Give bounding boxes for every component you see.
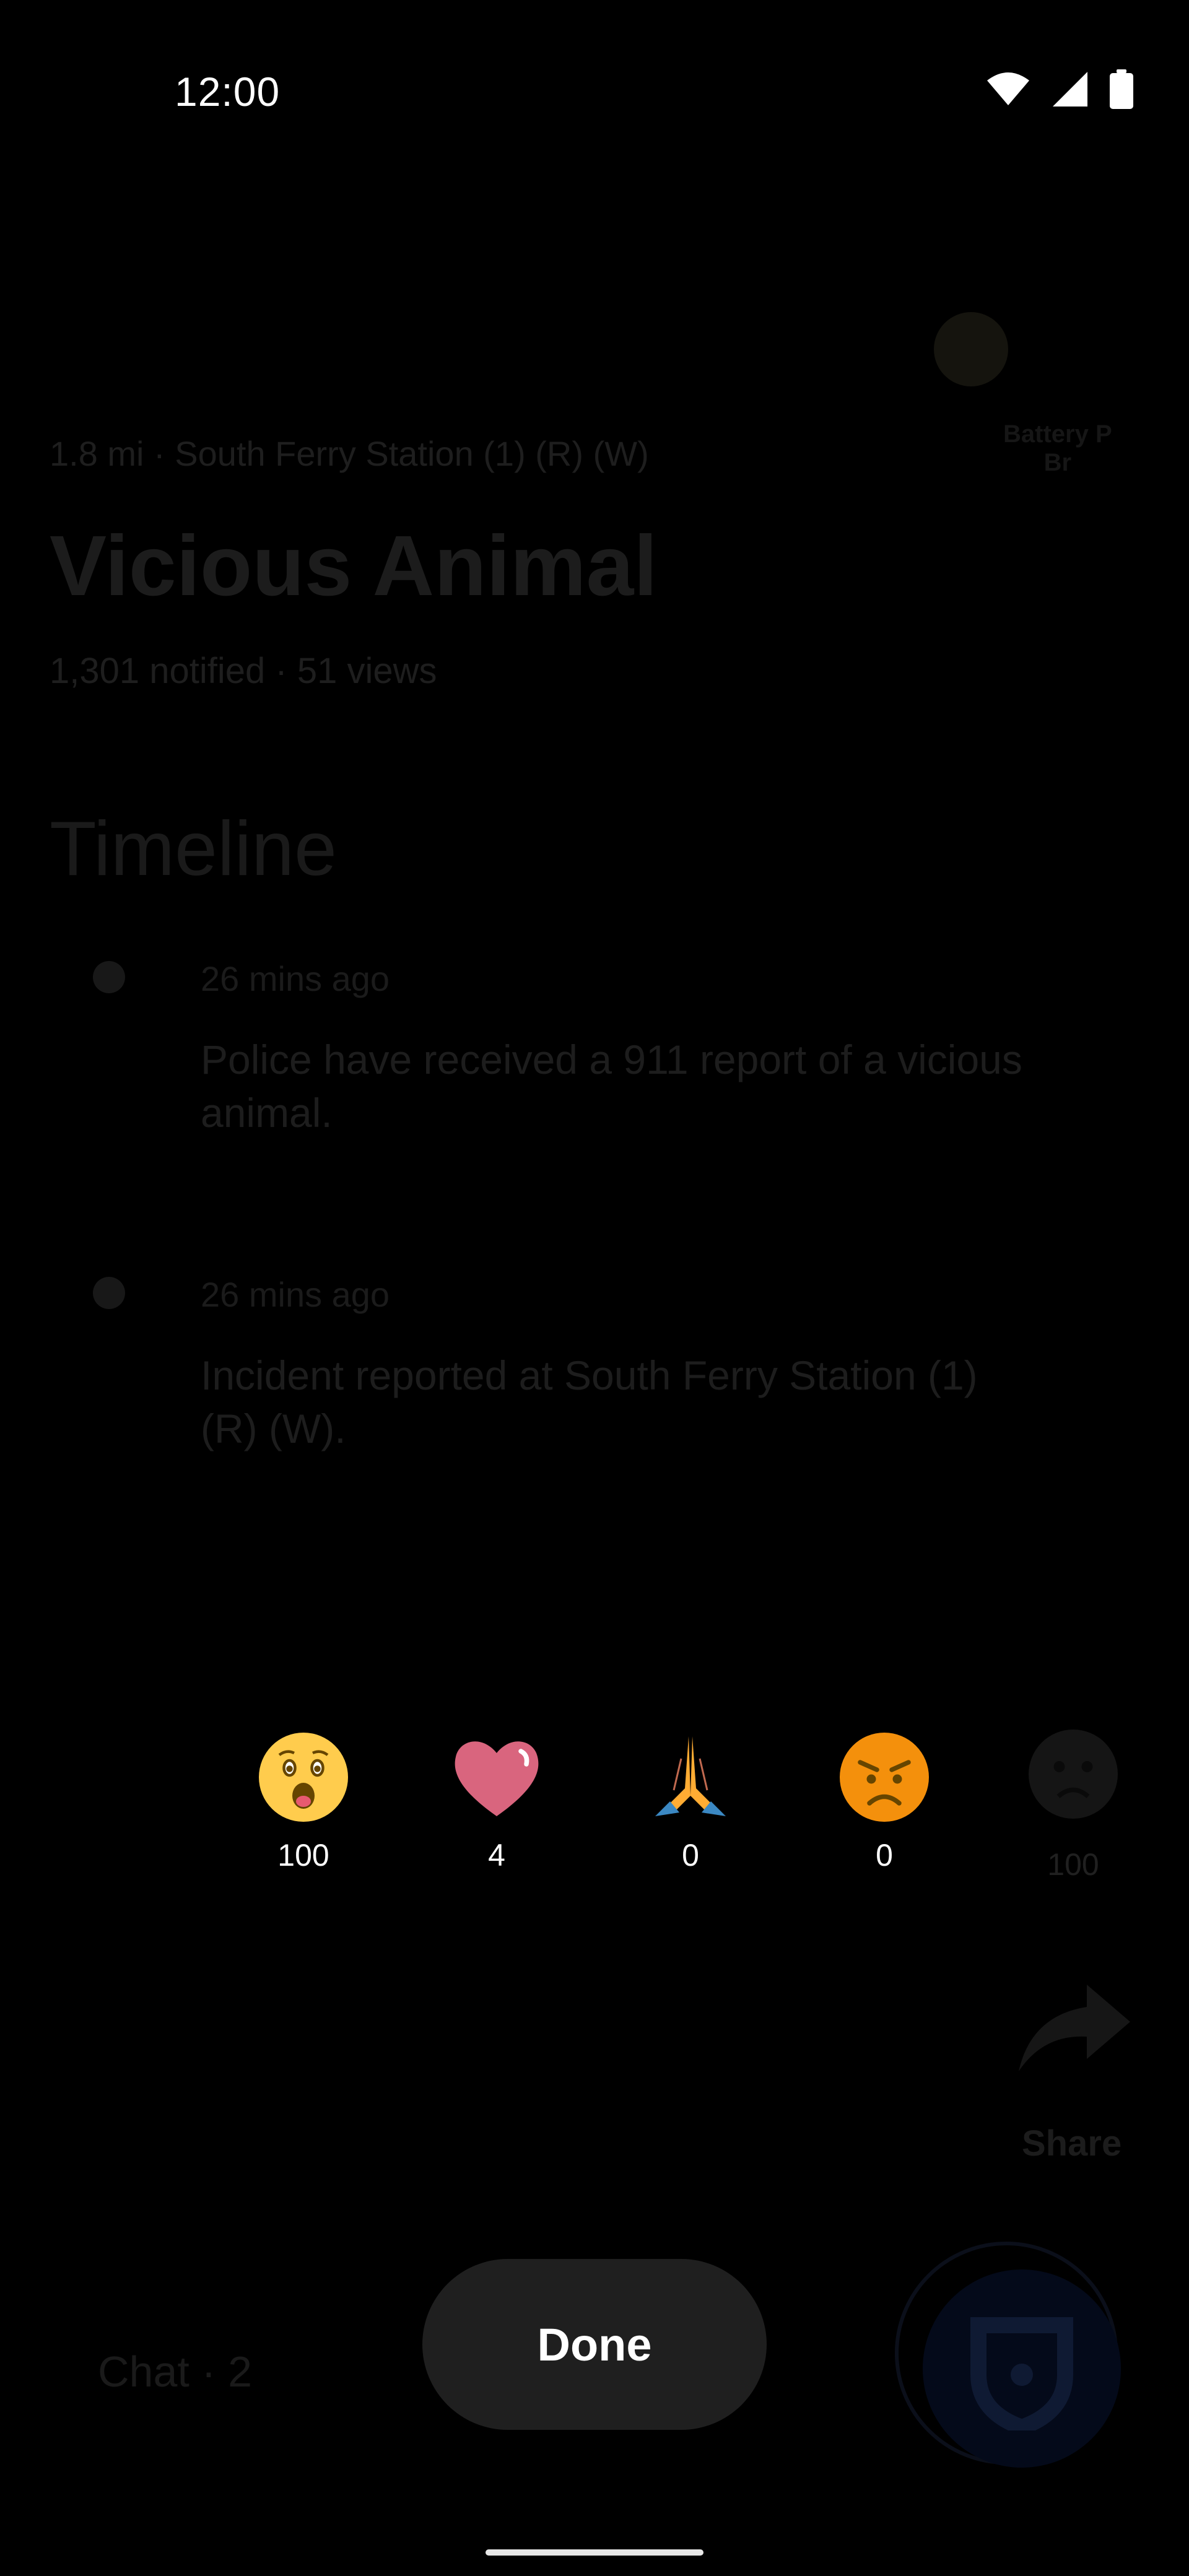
reaction-count: 4 (488, 1838, 505, 1873)
incident-stats: 1,301 notified · 51 views (50, 651, 437, 691)
incident-title: Vicious Animal (50, 518, 658, 614)
timeline-time: 26 mins ago (201, 1275, 390, 1314)
status-time: 12:00 (175, 69, 281, 115)
timeline-entry-text: Police have received a 911 report of a v… (201, 1037, 1022, 1136)
wifi-icon (987, 72, 1029, 105)
chat-label: Chat · 2 (98, 2348, 252, 2396)
timeline-heading: Timeline (50, 806, 337, 892)
reaction-heart[interactable]: 4 (435, 1731, 559, 1873)
timeline-dot (93, 961, 125, 993)
reaction-praying-hands[interactable]: 0 (629, 1731, 752, 1873)
status-icons (986, 69, 1133, 109)
share-label: Share (1022, 2123, 1122, 2164)
battery-icon (1110, 69, 1133, 109)
share-icon (1019, 1985, 1130, 2071)
astonished-face-icon (1029, 1730, 1118, 1819)
timeline-dot (93, 1277, 125, 1309)
background-reaction: 100 (1011, 1728, 1135, 1882)
map-label: Battery P Br (1003, 420, 1112, 476)
gesture-nav-handle[interactable] (486, 2549, 703, 2556)
reaction-count: 0 (682, 1838, 699, 1873)
shield-icon (970, 2317, 1073, 2430)
timeline-time: 26 mins ago (201, 959, 390, 998)
reaction-count: 100 (1047, 1847, 1099, 1882)
angry-face-icon (840, 1733, 929, 1822)
reaction-angry[interactable]: 0 (822, 1731, 946, 1873)
astonished-face-icon (259, 1733, 348, 1822)
praying-hands-icon (655, 1736, 726, 1816)
timeline-entry-text: Incident reported at South Ferry Station… (201, 1352, 978, 1451)
signal-icon (1053, 72, 1087, 107)
citizen-fab (923, 2269, 1121, 2468)
incident-location: 1.8 mi · South Ferry Station (1) (R) (W) (50, 434, 649, 473)
reaction-count: 0 (876, 1838, 893, 1873)
reaction-astonished[interactable]: 100 (242, 1731, 365, 1873)
reaction-count: 100 (277, 1838, 329, 1873)
done-button[interactable]: Done (422, 2259, 767, 2430)
heart-icon (455, 1741, 539, 1816)
avatar (934, 312, 1008, 386)
